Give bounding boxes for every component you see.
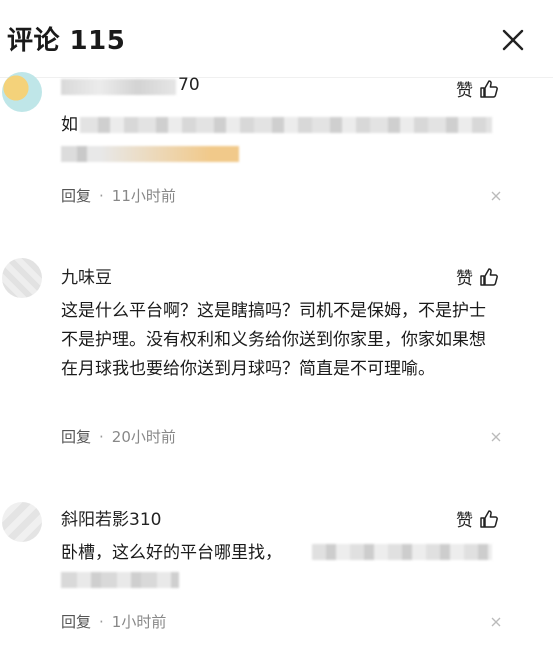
thumbs-up-icon bbox=[480, 79, 498, 98]
comment-time: 11小时前 bbox=[111, 187, 176, 205]
like-button[interactable]: 赞 bbox=[456, 264, 499, 289]
comment-text-blurred bbox=[80, 117, 492, 133]
comment-text: 这是什么平台啊？这是瞎搞吗？司机不是保姆，不是护士不是护理。没有权利和义务给你送… bbox=[61, 301, 486, 379]
reply-button[interactable]: 回复 bbox=[61, 426, 91, 447]
comment-meta: 回复 · 1小时前 bbox=[61, 611, 166, 632]
comment-meta: 回复 · 20小时前 bbox=[61, 426, 176, 447]
username[interactable]: 70 bbox=[178, 75, 200, 95]
avatar[interactable] bbox=[2, 502, 42, 542]
username-blurred bbox=[61, 79, 176, 95]
comments-title: 评论 115 bbox=[7, 26, 126, 56]
comments-panel: 评论 115 70 赞 如 回复 · 11小时前 九味豆 赞 这是什么平台啊？这… bbox=[0, 0, 553, 648]
reply-button[interactable]: 回复 bbox=[61, 185, 91, 206]
like-label: 赞 bbox=[456, 81, 473, 101]
reply-button[interactable]: 回复 bbox=[61, 611, 91, 632]
avatar[interactable] bbox=[2, 258, 42, 298]
comment-text: 卧槽，这么好的平台哪里找， bbox=[61, 543, 299, 563]
comment-text-blurred-line2 bbox=[61, 146, 239, 162]
username[interactable]: 九味豆 bbox=[61, 263, 112, 288]
like-label: 赞 bbox=[456, 511, 473, 531]
comment-time: 20小时前 bbox=[111, 428, 176, 446]
close-icon[interactable] bbox=[490, 616, 502, 628]
close-icon[interactable] bbox=[500, 27, 526, 53]
comments-header: 评论 115 bbox=[0, 0, 553, 78]
avatar[interactable] bbox=[2, 72, 42, 112]
close-icon[interactable] bbox=[490, 431, 502, 443]
username[interactable]: 斜阳若影310 bbox=[61, 505, 161, 530]
comment-text-blurred bbox=[312, 544, 492, 560]
separator-dot: · bbox=[99, 186, 104, 205]
like-label: 赞 bbox=[456, 269, 473, 289]
like-button[interactable]: 赞 bbox=[456, 76, 499, 101]
comment-text-blurred-line2 bbox=[61, 572, 179, 588]
comment-time: 1小时前 bbox=[111, 613, 167, 631]
thumbs-up-icon bbox=[480, 509, 498, 528]
comment-meta: 回复 · 11小时前 bbox=[61, 185, 176, 206]
thumbs-up-icon bbox=[480, 267, 498, 286]
close-icon[interactable] bbox=[490, 190, 502, 202]
separator-dot: · bbox=[99, 612, 104, 631]
separator-dot: · bbox=[99, 427, 104, 446]
like-button[interactable]: 赞 bbox=[456, 506, 499, 531]
